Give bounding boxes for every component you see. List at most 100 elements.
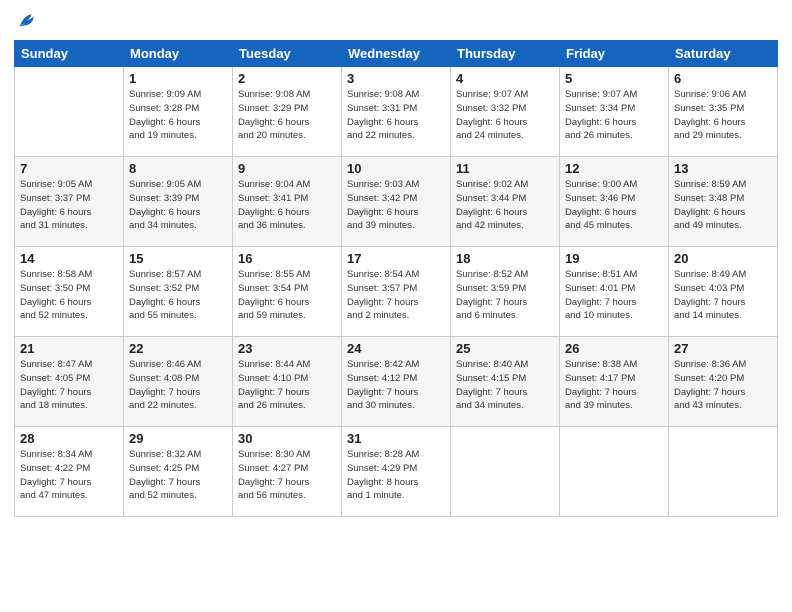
week-row-4: 21 Sunrise: 8:47 AM Sunset: 4:05 PM Dayli…: [15, 337, 778, 427]
day-cell: 9 Sunrise: 9:04 AM Sunset: 3:41 PM Daylig…: [233, 157, 342, 247]
day-number: 9: [238, 161, 336, 176]
logo-bird-icon: [14, 10, 36, 32]
day-cell: 11 Sunrise: 9:02 AM Sunset: 3:44 PM Dayli…: [451, 157, 560, 247]
day-number: 23: [238, 341, 336, 356]
day-cell: 16 Sunrise: 8:55 AM Sunset: 3:54 PM Dayli…: [233, 247, 342, 337]
day-cell: 25 Sunrise: 8:40 AM Sunset: 4:15 PM Dayli…: [451, 337, 560, 427]
day-cell: 21 Sunrise: 8:47 AM Sunset: 4:05 PM Dayli…: [15, 337, 124, 427]
day-number: 7: [20, 161, 118, 176]
day-info: Sunrise: 8:49 AM Sunset: 4:03 PM Dayligh…: [674, 268, 772, 323]
col-header-saturday: Saturday: [669, 41, 778, 67]
day-info: Sunrise: 8:47 AM Sunset: 4:05 PM Dayligh…: [20, 358, 118, 413]
day-info: Sunrise: 8:36 AM Sunset: 4:20 PM Dayligh…: [674, 358, 772, 413]
day-number: 18: [456, 251, 554, 266]
day-info: Sunrise: 9:04 AM Sunset: 3:41 PM Dayligh…: [238, 178, 336, 233]
day-number: 4: [456, 71, 554, 86]
day-number: 5: [565, 71, 663, 86]
day-info: Sunrise: 8:28 AM Sunset: 4:29 PM Dayligh…: [347, 448, 445, 503]
day-cell: 10 Sunrise: 9:03 AM Sunset: 3:42 PM Dayli…: [342, 157, 451, 247]
day-cell: 14Sunrise: 8:58 AM Sunset: 3:50 PM Dayli…: [15, 247, 124, 337]
day-number: 27: [674, 341, 772, 356]
col-header-monday: Monday: [124, 41, 233, 67]
week-row-2: 7Sunrise: 9:05 AM Sunset: 3:37 PM Daylig…: [15, 157, 778, 247]
day-number: 29: [129, 431, 227, 446]
day-info: Sunrise: 8:59 AM Sunset: 3:48 PM Dayligh…: [674, 178, 772, 233]
day-number: 10: [347, 161, 445, 176]
col-header-sunday: Sunday: [15, 41, 124, 67]
day-info: Sunrise: 8:34 AM Sunset: 4:22 PM Dayligh…: [20, 448, 118, 503]
day-info: Sunrise: 9:03 AM Sunset: 3:42 PM Dayligh…: [347, 178, 445, 233]
day-number: 6: [674, 71, 772, 86]
day-number: 30: [238, 431, 336, 446]
day-cell: 19Sunrise: 8:51 AM Sunset: 4:01 PM Dayli…: [560, 247, 669, 337]
col-header-tuesday: Tuesday: [233, 41, 342, 67]
day-cell: 23Sunrise: 8:44 AM Sunset: 4:10 PM Dayli…: [233, 337, 342, 427]
day-cell: 7Sunrise: 9:05 AM Sunset: 3:37 PM Daylig…: [15, 157, 124, 247]
day-info: Sunrise: 9:07 AM Sunset: 3:34 PM Dayligh…: [565, 88, 663, 143]
day-info: Sunrise: 8:32 AM Sunset: 4:25 PM Dayligh…: [129, 448, 227, 503]
day-info: Sunrise: 9:07 AM Sunset: 3:32 PM Dayligh…: [456, 88, 554, 143]
day-number: 26: [565, 341, 663, 356]
day-number: 13: [674, 161, 772, 176]
calendar-table: SundayMondayTuesdayWednesdayThursdayFrid…: [14, 40, 778, 517]
calendar-header-row: SundayMondayTuesdayWednesdayThursdayFrid…: [15, 41, 778, 67]
day-number: 25: [456, 341, 554, 356]
day-number: 22: [129, 341, 227, 356]
day-cell: 29 Sunrise: 8:32 AM Sunset: 4:25 PM Dayli…: [124, 427, 233, 517]
page: SundayMondayTuesdayWednesdayThursdayFrid…: [0, 0, 792, 612]
day-number: 24: [347, 341, 445, 356]
day-cell: 1 Sunrise: 9:09 AM Sunset: 3:28 PM Daylig…: [124, 67, 233, 157]
day-cell: [669, 427, 778, 517]
day-number: 11: [456, 161, 554, 176]
day-cell: 26 Sunrise: 8:38 AM Sunset: 4:17 PM Dayli…: [560, 337, 669, 427]
day-info: Sunrise: 9:05 AM Sunset: 3:39 PM Dayligh…: [129, 178, 227, 233]
day-info: Sunrise: 8:30 AM Sunset: 4:27 PM Dayligh…: [238, 448, 336, 503]
day-info: Sunrise: 9:09 AM Sunset: 3:28 PM Dayligh…: [129, 88, 227, 143]
day-info: Sunrise: 8:54 AM Sunset: 3:57 PM Dayligh…: [347, 268, 445, 323]
day-info: Sunrise: 9:08 AM Sunset: 3:31 PM Dayligh…: [347, 88, 445, 143]
day-cell: [560, 427, 669, 517]
day-cell: 28 Sunrise: 8:34 AM Sunset: 4:22 PM Dayli…: [15, 427, 124, 517]
col-header-friday: Friday: [560, 41, 669, 67]
day-cell: [15, 67, 124, 157]
day-number: 17: [347, 251, 445, 266]
day-cell: 8Sunrise: 9:05 AM Sunset: 3:39 PM Daylig…: [124, 157, 233, 247]
day-cell: 3 Sunrise: 9:08 AM Sunset: 3:31 PM Daylig…: [342, 67, 451, 157]
day-number: 31: [347, 431, 445, 446]
week-row-3: 14Sunrise: 8:58 AM Sunset: 3:50 PM Dayli…: [15, 247, 778, 337]
day-info: Sunrise: 8:40 AM Sunset: 4:15 PM Dayligh…: [456, 358, 554, 413]
day-cell: [451, 427, 560, 517]
day-number: 14: [20, 251, 118, 266]
day-info: Sunrise: 8:51 AM Sunset: 4:01 PM Dayligh…: [565, 268, 663, 323]
day-info: Sunrise: 9:06 AM Sunset: 3:35 PM Dayligh…: [674, 88, 772, 143]
day-number: 16: [238, 251, 336, 266]
day-cell: 18 Sunrise: 8:52 AM Sunset: 3:59 PM Dayli…: [451, 247, 560, 337]
day-info: Sunrise: 9:00 AM Sunset: 3:46 PM Dayligh…: [565, 178, 663, 233]
day-cell: 12 Sunrise: 9:00 AM Sunset: 3:46 PM Dayli…: [560, 157, 669, 247]
day-info: Sunrise: 8:52 AM Sunset: 3:59 PM Dayligh…: [456, 268, 554, 323]
day-info: Sunrise: 8:57 AM Sunset: 3:52 PM Dayligh…: [129, 268, 227, 323]
week-row-5: 28 Sunrise: 8:34 AM Sunset: 4:22 PM Dayli…: [15, 427, 778, 517]
day-number: 12: [565, 161, 663, 176]
day-number: 1: [129, 71, 227, 86]
day-number: 21: [20, 341, 118, 356]
day-number: 3: [347, 71, 445, 86]
day-info: Sunrise: 8:55 AM Sunset: 3:54 PM Dayligh…: [238, 268, 336, 323]
day-number: 28: [20, 431, 118, 446]
day-info: Sunrise: 8:38 AM Sunset: 4:17 PM Dayligh…: [565, 358, 663, 413]
day-info: Sunrise: 9:02 AM Sunset: 3:44 PM Dayligh…: [456, 178, 554, 233]
col-header-thursday: Thursday: [451, 41, 560, 67]
day-cell: 20 Sunrise: 8:49 AM Sunset: 4:03 PM Dayli…: [669, 247, 778, 337]
day-cell: 17 Sunrise: 8:54 AM Sunset: 3:57 PM Dayli…: [342, 247, 451, 337]
day-cell: 22 Sunrise: 8:46 AM Sunset: 4:08 PM Dayli…: [124, 337, 233, 427]
day-cell: 27 Sunrise: 8:36 AM Sunset: 4:20 PM Dayli…: [669, 337, 778, 427]
day-info: Sunrise: 8:46 AM Sunset: 4:08 PM Dayligh…: [129, 358, 227, 413]
logo: [14, 10, 40, 32]
day-info: Sunrise: 9:08 AM Sunset: 3:29 PM Dayligh…: [238, 88, 336, 143]
day-cell: 30 Sunrise: 8:30 AM Sunset: 4:27 PM Dayli…: [233, 427, 342, 517]
day-number: 20: [674, 251, 772, 266]
day-cell: 15Sunrise: 8:57 AM Sunset: 3:52 PM Dayli…: [124, 247, 233, 337]
day-cell: 2Sunrise: 9:08 AM Sunset: 3:29 PM Daylig…: [233, 67, 342, 157]
day-cell: 13 Sunrise: 8:59 AM Sunset: 3:48 PM Dayli…: [669, 157, 778, 247]
day-cell: 6 Sunrise: 9:06 AM Sunset: 3:35 PM Daylig…: [669, 67, 778, 157]
